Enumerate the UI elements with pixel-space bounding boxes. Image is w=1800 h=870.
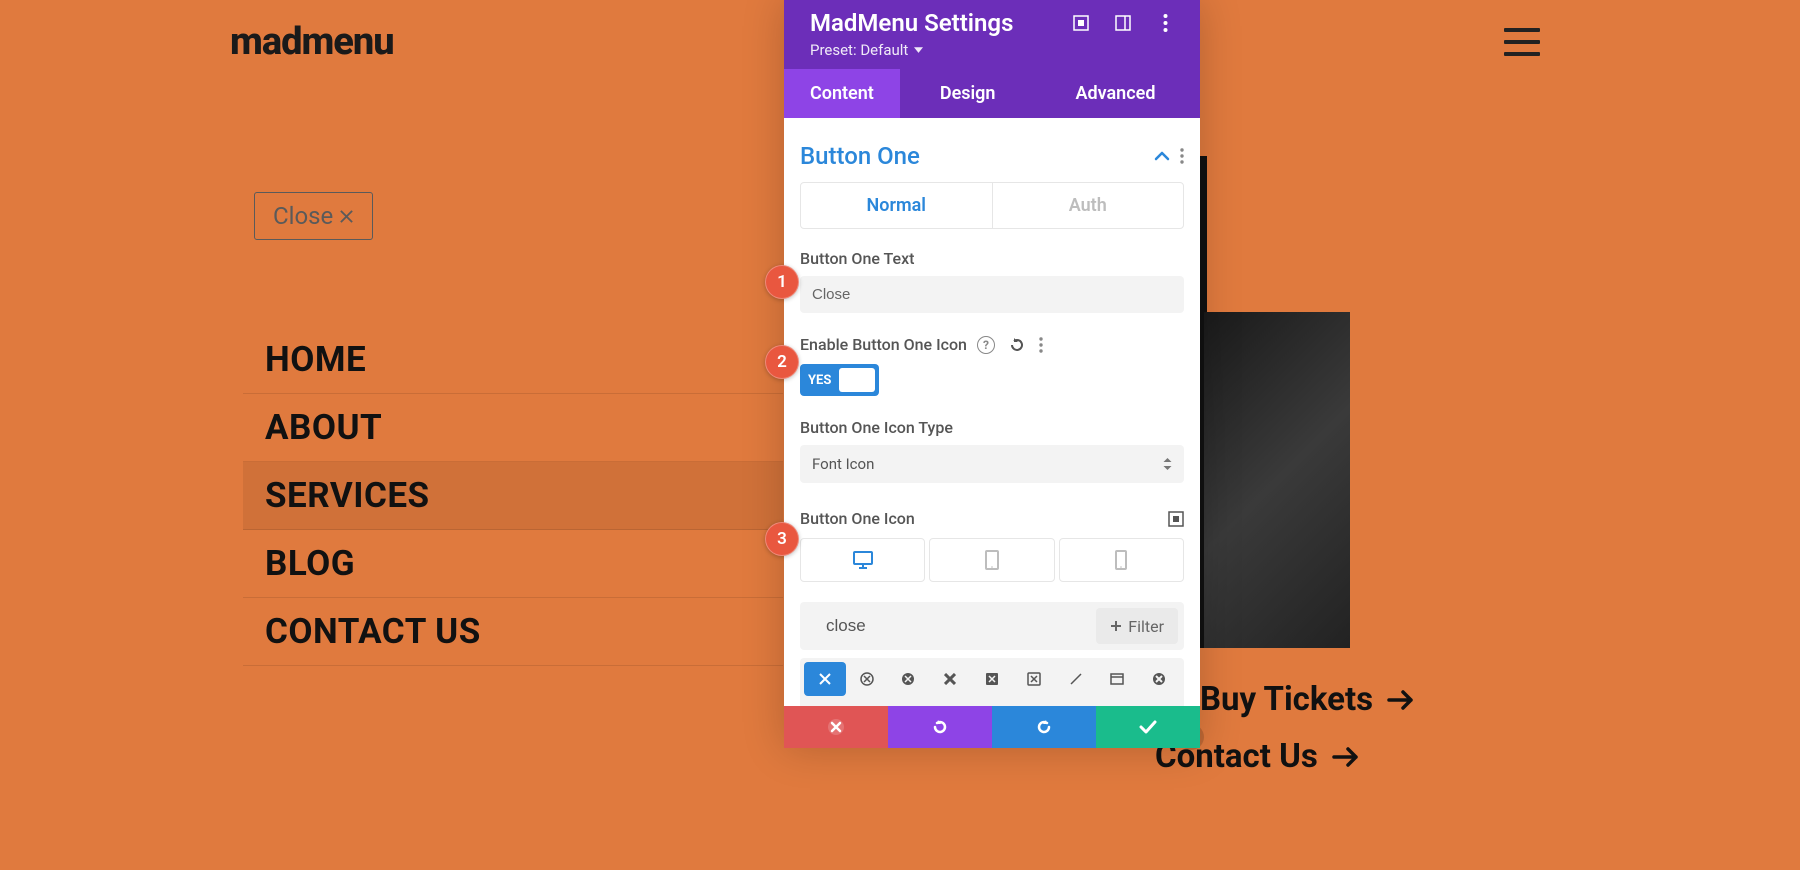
layout-icon[interactable]: [1114, 14, 1132, 32]
toggle-handle: [839, 368, 875, 392]
filter-label: Filter: [1128, 617, 1164, 636]
help-icon[interactable]: ?: [977, 336, 995, 354]
filter-button[interactable]: Filter: [1096, 608, 1178, 644]
background-edge: [1200, 156, 1207, 312]
expand-icon[interactable]: [1072, 14, 1090, 32]
menu-item-blog[interactable]: BLOG: [243, 530, 783, 598]
icon-type-select[interactable]: Font Icon: [800, 445, 1184, 483]
hamburger-bar-icon: [1504, 28, 1540, 32]
hamburger-bar-icon: [1504, 52, 1540, 56]
icon-type-label: Button One Icon Type: [800, 418, 1184, 437]
icon-option-square-x[interactable]: [1013, 662, 1055, 696]
close-preview-button[interactable]: Close: [254, 192, 373, 240]
device-desktop[interactable]: [800, 538, 925, 582]
background-image: [1200, 312, 1350, 648]
button-text-input[interactable]: [800, 276, 1184, 313]
device-tablet[interactable]: [929, 538, 1054, 582]
caret-down-icon: [914, 47, 923, 53]
pill-auth[interactable]: Auth: [992, 183, 1184, 228]
icon-label: Button One Icon: [800, 509, 915, 528]
tab-bar: Content Design Advanced: [784, 69, 1200, 118]
icon-option-circle-x-fill[interactable]: [888, 662, 930, 696]
reset-icon[interactable]: [1009, 337, 1025, 353]
expand-field-icon[interactable]: [1168, 511, 1184, 527]
enable-icon-text: Enable Button One Icon: [800, 335, 967, 354]
callout-badge-3: 3: [765, 522, 799, 556]
icon-option-x-bold[interactable]: [929, 662, 971, 696]
field-more-icon[interactable]: [1039, 337, 1043, 353]
buy-tickets-link[interactable]: Buy Tickets: [1200, 680, 1415, 719]
close-icon: [339, 209, 354, 224]
enable-icon-label: Enable Button One Icon ?: [800, 335, 1184, 354]
icon-search-row: Filter: [800, 602, 1184, 650]
icon-option-slash[interactable]: [1055, 662, 1097, 696]
tab-advanced[interactable]: Advanced: [1035, 69, 1181, 118]
close-preview-label: Close: [273, 202, 333, 230]
icon-option-x[interactable]: [804, 662, 846, 696]
plus-icon: [1110, 620, 1122, 632]
icon-type-value: Font Icon: [812, 455, 874, 473]
arrow-right-icon: [1332, 745, 1360, 769]
arrow-right-icon: [1387, 688, 1415, 712]
callout-badge-1: 1: [765, 265, 799, 299]
device-phone[interactable]: [1059, 538, 1184, 582]
cancel-button[interactable]: [784, 706, 888, 748]
buy-tickets-label: Buy Tickets: [1200, 680, 1373, 719]
icon-option-circle-x[interactable]: [846, 662, 888, 696]
settings-panel: MadMenu Settings Preset: Default Content: [784, 0, 1200, 748]
menu-item-services[interactable]: SERVICES: [243, 462, 783, 530]
menu-item-contact[interactable]: CONTACT US: [243, 598, 783, 666]
enable-icon-toggle[interactable]: YES: [800, 364, 879, 396]
menu-item-about[interactable]: ABOUT: [243, 394, 783, 462]
tab-design[interactable]: Design: [900, 69, 1036, 118]
hamburger-menu-button[interactable]: [1504, 28, 1540, 56]
device-selector: [800, 538, 1184, 582]
callout-badge-2: 2: [765, 345, 799, 379]
save-button[interactable]: [1096, 706, 1200, 748]
icon-search-input[interactable]: [806, 608, 1088, 644]
panel-header: MadMenu Settings Preset: Default: [784, 0, 1200, 69]
menu-item-home[interactable]: HOME: [243, 326, 783, 394]
section-more-icon[interactable]: [1180, 148, 1184, 164]
icon-option-circle-x-thick[interactable]: [1138, 662, 1180, 696]
toggle-label: YES: [800, 373, 839, 388]
hamburger-bar-icon: [1504, 40, 1540, 44]
pill-normal[interactable]: Normal: [801, 183, 992, 228]
more-icon[interactable]: [1156, 14, 1174, 32]
preset-label: Preset: Default: [810, 41, 908, 59]
undo-button[interactable]: [888, 706, 992, 748]
icon-option-window-x[interactable]: [1096, 662, 1138, 696]
collapse-icon[interactable]: [1154, 151, 1170, 161]
logo-text: madmenu: [230, 20, 394, 64]
menu-list: HOME ABOUT SERVICES BLOG CONTACT US: [243, 326, 783, 666]
panel-footer: [784, 706, 1200, 748]
panel-body: Button One Normal Auth Button One Text E…: [784, 118, 1200, 748]
icon-option-square-x-fill[interactable]: [971, 662, 1013, 696]
state-pills: Normal Auth: [800, 182, 1184, 229]
select-caret-icon: [1163, 457, 1172, 471]
icon-label-row: Button One Icon: [800, 509, 1184, 528]
redo-button[interactable]: [992, 706, 1096, 748]
tab-content[interactable]: Content: [784, 69, 900, 118]
preset-dropdown[interactable]: Preset: Default: [810, 41, 1174, 59]
section-title[interactable]: Button One: [800, 142, 920, 170]
panel-title: MadMenu Settings: [810, 9, 1013, 37]
button-text-label: Button One Text: [800, 249, 1184, 268]
